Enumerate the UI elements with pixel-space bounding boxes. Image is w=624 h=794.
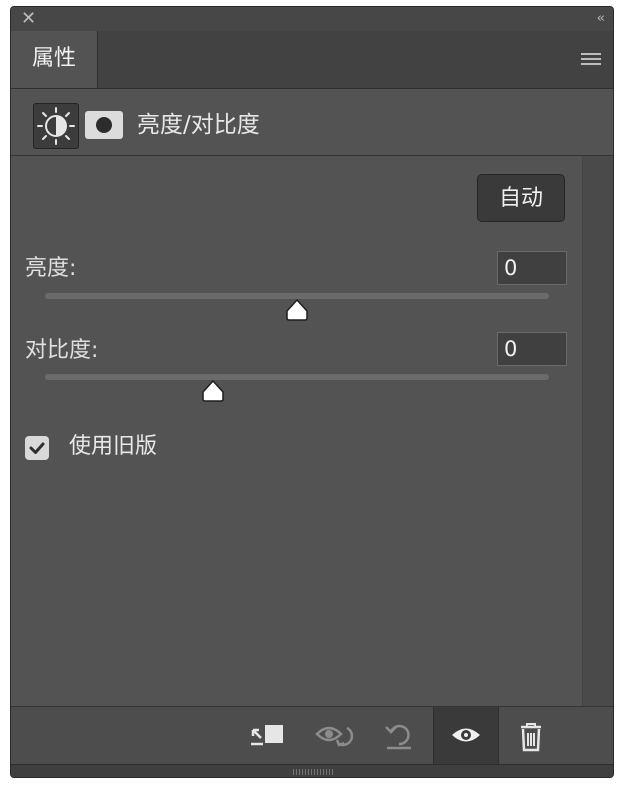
view-previous-state-icon [315, 726, 354, 747]
clip-to-layer-button[interactable] [235, 707, 299, 765]
toggle-visibility-button[interactable] [433, 707, 499, 765]
view-previous-state-button[interactable] [301, 707, 365, 765]
clip-to-layer-icon [251, 725, 283, 746]
grip-dots [293, 769, 333, 775]
reset-icon [385, 724, 411, 750]
adjustment-header: 亮度/对比度 [11, 89, 613, 156]
brightness-label: 亮度: [25, 256, 77, 281]
brightness-input[interactable]: 0 [497, 251, 567, 285]
tab-bar: 属性 [11, 31, 613, 89]
double-chevron-left-icon[interactable]: ‹‹ [597, 9, 606, 29]
delete-button[interactable] [499, 707, 563, 765]
use-legacy-checkbox[interactable] [25, 436, 49, 460]
brightness-slider-thumb[interactable] [285, 298, 309, 322]
trash-icon [521, 723, 541, 752]
scrollbar[interactable] [582, 156, 613, 706]
brightness-contrast-icon[interactable] [33, 103, 79, 149]
checkmark-icon [29, 442, 45, 454]
properties-panel: ✕ ‹‹ 属性 亮度/对比度 自动 亮度: 0 对比度: 0 使用旧版 [10, 6, 614, 778]
tab-properties[interactable]: 属性 [11, 31, 98, 88]
close-icon[interactable]: ✕ [21, 9, 36, 29]
resize-grip[interactable] [11, 764, 613, 777]
use-legacy-label[interactable]: 使用旧版 [69, 432, 157, 462]
contrast-input[interactable]: 0 [497, 332, 567, 366]
hamburger-menu-icon[interactable] [581, 53, 601, 67]
layer-mask-icon[interactable] [85, 111, 123, 139]
panel-footer [11, 706, 613, 765]
eye-icon [452, 728, 480, 742]
adjustment-title: 亮度/对比度 [137, 112, 260, 138]
reset-button[interactable] [367, 707, 431, 765]
contrast-slider-thumb[interactable] [201, 379, 225, 403]
auto-button[interactable]: 自动 [477, 174, 565, 222]
contrast-label: 对比度: [25, 338, 99, 363]
contrast-slider[interactable] [45, 374, 549, 380]
adjustment-controls: 自动 亮度: 0 对比度: 0 使用旧版 [11, 156, 613, 706]
panel-titlebar: ✕ ‹‹ [11, 7, 613, 31]
